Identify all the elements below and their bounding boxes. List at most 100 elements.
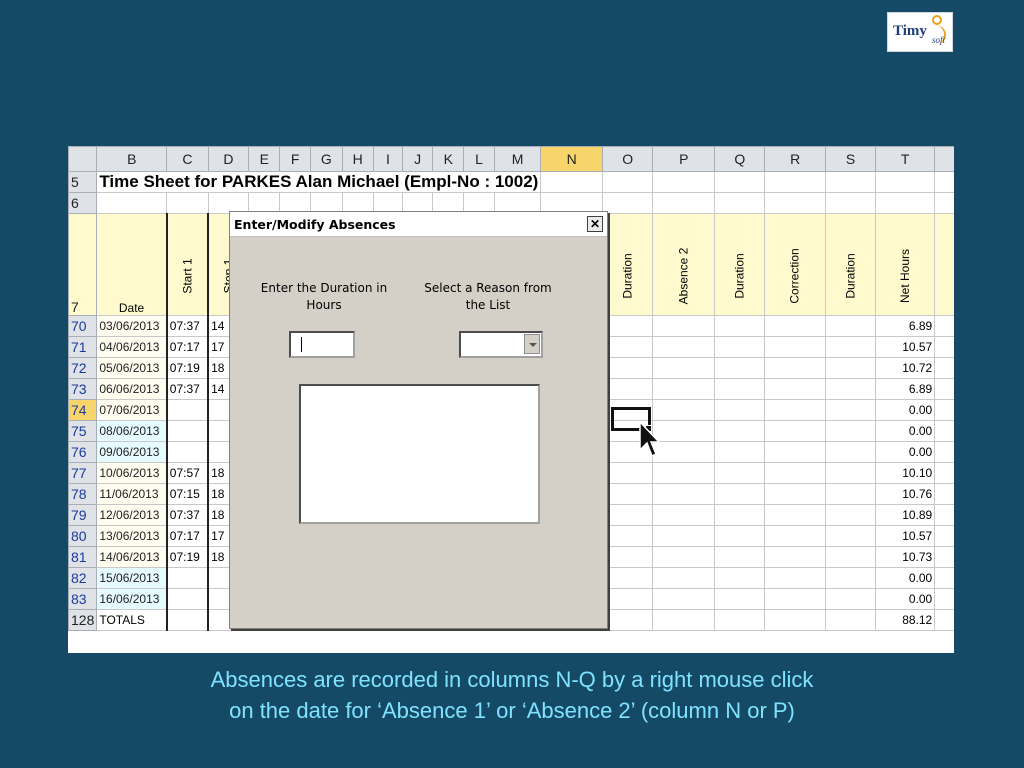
column-header-d[interactable]: D [207,146,250,172]
date-cell[interactable]: 08/06/2013 [96,420,168,442]
cell[interactable] [652,483,716,505]
cell[interactable] [714,588,766,610]
row-header[interactable]: 82 [68,567,98,589]
total-week-cell[interactable] [934,336,954,358]
total-week-cell[interactable] [934,567,954,589]
cell[interactable] [602,192,654,214]
date-cell[interactable]: 04/06/2013 [96,336,168,358]
net-hours-cell[interactable]: 10.72 [875,357,936,379]
date-cell[interactable]: 05/06/2013 [96,357,168,379]
total-week-cell[interactable]: 35.08 [934,441,954,463]
cell[interactable] [764,315,826,337]
cell[interactable] [714,336,766,358]
cell[interactable] [714,378,766,400]
column-header-l[interactable]: L [463,146,495,172]
net-hours-cell[interactable]: 10.76 [875,483,936,505]
row-header[interactable]: 80 [68,525,98,547]
cell[interactable] [875,192,936,214]
reason-listbox[interactable] [299,384,540,524]
column-header-r[interactable]: R [764,146,826,172]
date-cell[interactable]: 13/06/2013 [96,525,168,547]
row-header[interactable]: 83 [68,588,98,610]
cell[interactable] [824,192,877,214]
cell[interactable] [714,504,766,526]
start-cell[interactable]: 07:15 [165,483,210,505]
date-cell[interactable]: 06/06/2013 [96,378,168,400]
total-week-cell[interactable] [934,378,954,400]
cell[interactable] [652,567,716,589]
column-header-b[interactable]: B [96,146,168,172]
cell[interactable] [652,525,716,547]
row-header[interactable]: 5 [68,171,98,193]
start-cell[interactable] [165,441,210,463]
cell[interactable] [714,315,766,337]
cell[interactable] [764,441,826,463]
cell[interactable] [824,378,877,400]
start-cell[interactable]: 07:57 [165,462,210,484]
start-cell[interactable]: 07:19 [165,546,210,568]
cell[interactable] [764,399,826,421]
total-net-cell[interactable]: 88.12 [875,609,936,631]
column-header-aq[interactable]: AQ [934,146,954,172]
cell[interactable] [824,462,877,484]
cell[interactable] [602,462,654,484]
column-header-p[interactable]: P [652,146,716,172]
cell[interactable] [602,546,654,568]
row-header[interactable]: 79 [68,504,98,526]
cell[interactable] [652,588,716,610]
row-header[interactable]: 73 [68,378,98,400]
total-week-cell[interactable] [934,420,954,442]
start-cell[interactable] [165,567,210,589]
net-hours-cell[interactable]: 10.10 [875,462,936,484]
cell[interactable] [96,192,168,214]
column-header-k[interactable]: K [432,146,465,172]
cell[interactable] [714,462,766,484]
column-header-h[interactable]: H [341,146,374,172]
cell[interactable] [764,462,826,484]
cell[interactable] [764,588,826,610]
column-header-o[interactable]: O [602,146,654,172]
start-cell[interactable] [165,420,210,442]
cell[interactable] [714,609,766,631]
cell[interactable] [652,171,716,193]
column-header-m[interactable]: M [493,146,542,172]
total-week-cell[interactable] [934,462,954,484]
column-header-f[interactable]: F [279,146,312,172]
total-week-cell[interactable] [934,546,954,568]
cell[interactable] [602,504,654,526]
cell[interactable] [934,609,954,631]
row-header[interactable]: 78 [68,483,98,505]
cell[interactable] [602,336,654,358]
cell[interactable] [602,567,654,589]
cell[interactable] [652,357,716,379]
cell[interactable] [764,420,826,442]
column-header-i[interactable]: I [372,146,404,172]
cell[interactable] [602,525,654,547]
total-week-cell[interactable] [934,399,954,421]
column-header-t[interactable]: T [875,146,936,172]
cell[interactable] [764,483,826,505]
date-cell[interactable]: 10/06/2013 [96,462,168,484]
row-header[interactable]: 76 [68,441,98,463]
date-cell[interactable]: 07/06/2013 [96,399,168,421]
date-cell[interactable]: 14/06/2013 [96,546,168,568]
cell[interactable] [934,171,954,193]
column-header-j[interactable]: J [402,146,434,172]
column-header-c[interactable]: C [166,146,209,172]
cell[interactable] [714,567,766,589]
cell[interactable] [165,609,210,631]
date-cell[interactable]: 11/06/2013 [96,483,168,505]
row-header[interactable]: 6 [68,192,98,214]
cell[interactable] [652,441,716,463]
cell[interactable] [652,609,716,631]
dropdown-arrow-icon[interactable] [524,334,540,354]
total-week-cell[interactable]: 53.04 [934,588,954,610]
net-hours-cell[interactable]: 6.89 [875,315,936,337]
cell[interactable] [602,588,654,610]
start-cell[interactable]: 07:37 [165,315,210,337]
row-header[interactable]: 75 [68,420,98,442]
column-header-g[interactable]: G [310,146,343,172]
cell[interactable] [824,336,877,358]
net-hours-cell[interactable]: 10.89 [875,504,936,526]
cell[interactable] [824,399,877,421]
